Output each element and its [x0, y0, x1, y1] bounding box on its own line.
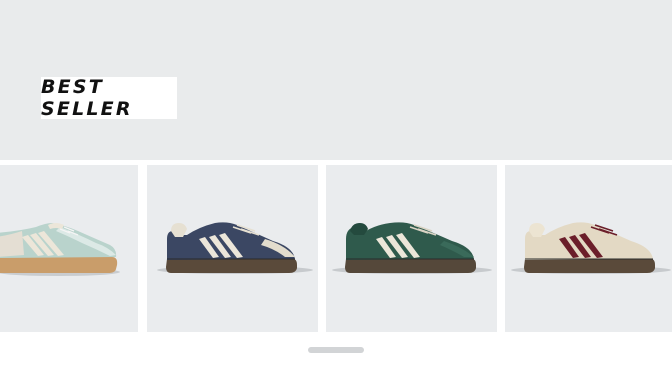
shoe-green-icon: [332, 222, 492, 274]
shoe-cream-burgundy-icon: [511, 222, 671, 274]
product-tile-1[interactable]: [0, 165, 138, 332]
best-seller-badge: BEST SELLER: [41, 76, 177, 120]
product-tile-4[interactable]: [505, 165, 672, 332]
shoe-mint-silver-icon: [0, 223, 120, 276]
shoe-navy-icon: [157, 222, 313, 274]
hero-banner: BEST SELLER: [0, 0, 672, 160]
best-seller-label: BEST SELLER: [41, 76, 133, 120]
product-tile-2[interactable]: [147, 165, 318, 332]
product-carousel[interactable]: [0, 165, 672, 332]
scroll-handle[interactable]: [308, 347, 364, 353]
product-tile-3[interactable]: [326, 165, 497, 332]
